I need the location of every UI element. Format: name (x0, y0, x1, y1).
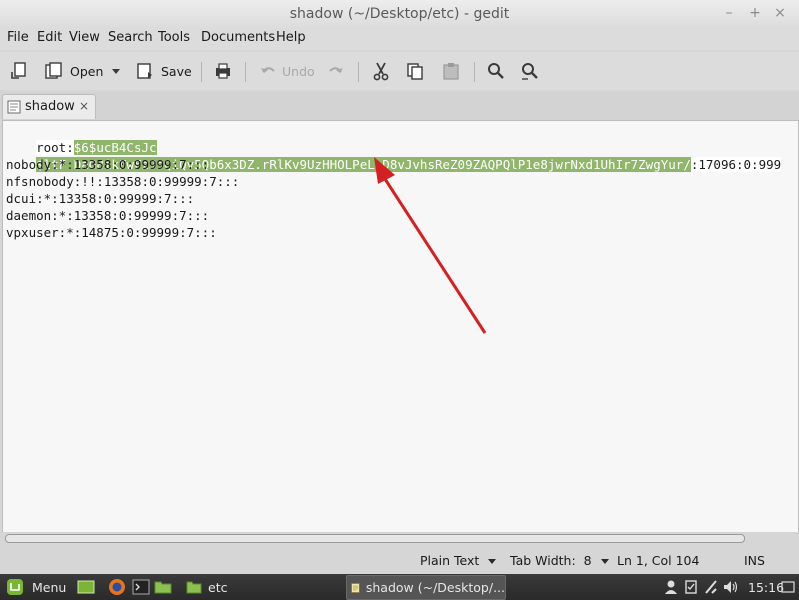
menu-label: Menu (32, 579, 67, 595)
taskbar-folder-etc[interactable]: etc (186, 578, 227, 596)
menu-search[interactable]: Search (108, 30, 153, 45)
update-manager-applet[interactable] (684, 578, 698, 596)
open-label: Open (70, 63, 104, 79)
taskbar-gedit-window[interactable]: shadow (~/Desktop/... (346, 575, 506, 600)
folder-icon (186, 581, 202, 594)
mint-logo-icon (7, 579, 23, 595)
volume-icon (724, 581, 738, 593)
tab-width-label: Tab Width: 8 (510, 553, 592, 568)
find-replace-button[interactable] (520, 58, 540, 84)
document-tab[interactable]: shadow × (2, 94, 96, 119)
insert-mode: INS (744, 553, 765, 568)
toolbar-separator (245, 62, 246, 82)
undo-button[interactable]: Undo (259, 58, 315, 84)
text-document-icon (7, 100, 21, 114)
toolbar-separator (358, 62, 359, 82)
user-icon (665, 580, 677, 594)
open-recent-dropdown[interactable] (110, 58, 122, 84)
cursor-position: Ln 1, Col 104 (617, 553, 700, 568)
print-button[interactable] (213, 58, 233, 84)
printer-icon (216, 63, 230, 79)
menu-documents[interactable]: Documents (201, 30, 275, 45)
menu-help[interactable]: Help (276, 30, 306, 45)
terminal-launcher[interactable] (132, 578, 150, 596)
desktop-icon (77, 580, 95, 594)
firefox-icon (109, 579, 125, 595)
minimize-button[interactable]: – (720, 4, 738, 22)
show-desktop-launcher[interactable] (77, 578, 95, 596)
statusbar: Plain Text Tab Width: 8 Ln 1, Col 104 IN… (0, 546, 799, 574)
chevron-down-icon (488, 558, 497, 564)
new-document-icon (11, 62, 26, 79)
desktop-corner-icon (781, 581, 795, 593)
tab-label: shadow (25, 99, 75, 114)
scissors-icon (373, 62, 389, 81)
menu-view[interactable]: View (69, 30, 100, 45)
clock[interactable]: 15:16 (748, 578, 784, 596)
text-editor-icon (351, 582, 360, 593)
files-launcher[interactable] (154, 578, 172, 596)
gedit-window-label: shadow (~/Desktop/... (365, 580, 505, 595)
tab-close-button[interactable]: × (79, 99, 89, 113)
close-button[interactable]: × (771, 4, 789, 22)
terminal-icon (132, 579, 150, 595)
tab-width-selector[interactable]: Tab Width: 8 (510, 553, 610, 568)
redo-button[interactable] (327, 58, 345, 84)
scrollbar-thumb[interactable] (5, 534, 745, 543)
shield-icon (685, 580, 697, 594)
paste-icon (443, 63, 459, 80)
text-editor[interactable]: root:$6$ucB4CsJc $ltF.DaGBikFwFzJsQiQv5Q… (2, 120, 799, 534)
redo-icon (329, 67, 343, 73)
paste-button[interactable] (441, 58, 461, 84)
menu-tools[interactable]: Tools (158, 30, 190, 45)
annotation-arrow (374, 157, 487, 334)
undo-label: Undo (282, 63, 315, 79)
menu-edit[interactable]: Edit (37, 30, 62, 45)
language-label: Plain Text (420, 553, 480, 568)
toolbar-separator (201, 62, 202, 82)
toolbar: Open Save Undo (0, 52, 799, 90)
taskbar: Menu etc shadow (~/Desktop/... 15:16 (0, 574, 799, 600)
language-selector[interactable]: Plain Text (420, 553, 497, 568)
horizontal-scrollbar[interactable] (2, 532, 797, 544)
chevron-down-icon (600, 558, 609, 564)
network-applet[interactable] (704, 578, 718, 596)
search-icon (488, 63, 504, 79)
save-icon (137, 63, 152, 79)
copy-button[interactable] (405, 58, 425, 84)
undo-icon (261, 67, 275, 73)
new-document-button[interactable] (9, 58, 29, 84)
chevron-down-icon (112, 69, 120, 74)
menu-file[interactable]: File (7, 30, 29, 45)
folder-window-label: etc (208, 579, 228, 595)
cut-button[interactable] (372, 58, 390, 84)
window-title: shadow (~/Desktop/etc) - gedit (289, 6, 510, 22)
save-button[interactable]: Save (136, 58, 192, 84)
folder-icon (154, 581, 172, 594)
open-icon (45, 62, 62, 79)
document-tabbar: shadow × (0, 92, 799, 120)
find-button[interactable] (486, 58, 506, 84)
show-desktop-button[interactable] (781, 578, 795, 596)
find-replace-icon (522, 63, 538, 80)
volume-applet[interactable] (722, 578, 740, 596)
maximize-button[interactable]: + (746, 4, 764, 22)
user-applet[interactable] (664, 578, 678, 596)
copy-icon (407, 63, 423, 80)
window-titlebar[interactable]: shadow (~/Desktop/etc) - gedit – + × (0, 0, 799, 28)
start-menu-button[interactable]: Menu (6, 578, 66, 596)
firefox-launcher[interactable] (108, 578, 126, 596)
save-label: Save (161, 63, 192, 79)
toolbar-separator (474, 62, 475, 82)
open-button[interactable]: Open (44, 58, 103, 84)
network-icon (705, 580, 717, 594)
menubar: File Edit View Search Tools Documents He… (0, 28, 799, 50)
